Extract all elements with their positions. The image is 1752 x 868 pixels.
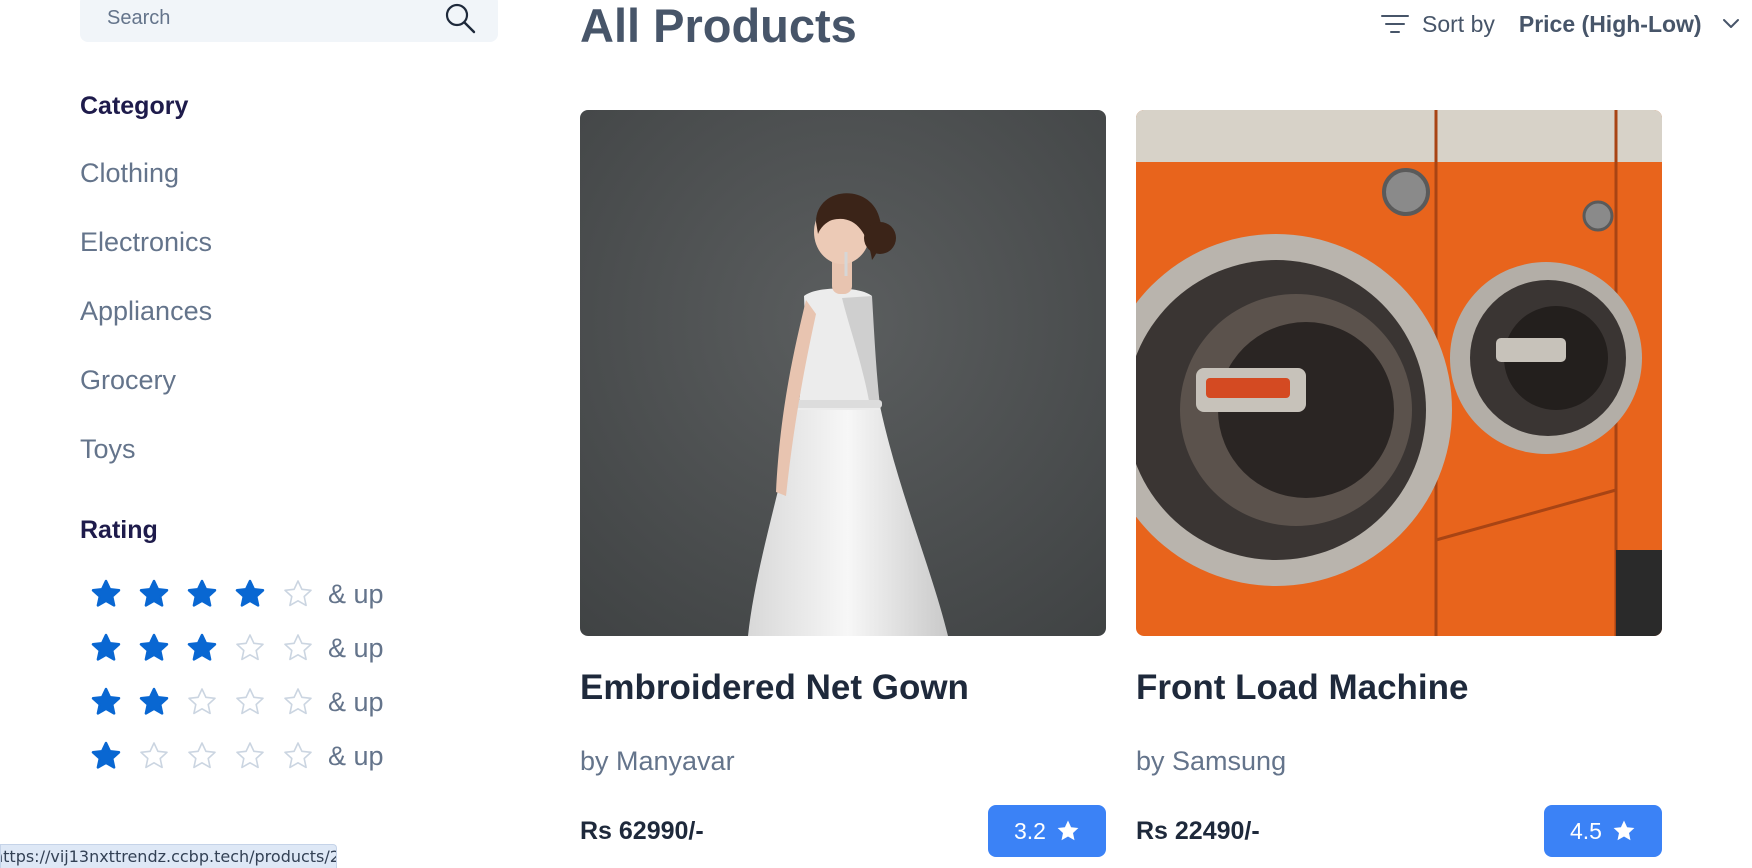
rating-filter-label: & up xyxy=(328,740,384,771)
page-title: All Products xyxy=(580,0,857,52)
product-card[interactable]: Front Load Machine by Samsung Rs 22490/-… xyxy=(1136,110,1662,857)
product-brand: by Manyavar xyxy=(580,746,735,776)
product-title[interactable]: Front Load Machine xyxy=(1136,668,1662,708)
rating-value: 4.5 xyxy=(1570,817,1602,844)
star-filled-icon xyxy=(82,736,130,776)
star-icon xyxy=(1613,820,1635,841)
chevron-down-icon xyxy=(1722,19,1739,28)
products-page: Category Clothing Electronics Appliances… xyxy=(0,0,1752,868)
product-image-gown[interactable] xyxy=(580,110,1106,636)
star-filled-icon xyxy=(82,574,130,614)
search-icon[interactable] xyxy=(444,2,476,34)
product-card[interactable]: Embroidered Net Gown by Manyavar Rs 6299… xyxy=(580,110,1106,857)
rating-filter-4[interactable]: & up xyxy=(82,574,384,614)
price-row: Rs 22490/- 4.5 xyxy=(1136,805,1662,857)
star-outline-icon xyxy=(130,736,178,776)
rating-filter-label: & up xyxy=(328,686,384,717)
star-filled-icon xyxy=(226,574,274,614)
rating-filter-1[interactable]: & up xyxy=(82,736,384,776)
category-item-clothing[interactable]: Clothing xyxy=(80,158,179,189)
star-outline-icon xyxy=(226,628,274,668)
product-price: Rs 62990/- xyxy=(580,816,704,845)
rating-filter-label: & up xyxy=(328,632,384,663)
star-filled-icon xyxy=(82,628,130,668)
category-item-electronics[interactable]: Electronics xyxy=(80,227,212,258)
rating-badge: 4.5 xyxy=(1544,805,1662,857)
sort-select[interactable]: Price (High-Low) xyxy=(1519,11,1740,38)
star-filled-icon xyxy=(130,628,178,668)
star-outline-icon xyxy=(226,736,274,776)
rating-heading: Rating xyxy=(80,516,158,544)
product-image-washing-machine[interactable] xyxy=(1136,110,1662,636)
rating-badge: 3.2 xyxy=(988,805,1106,857)
product-brand: by Samsung xyxy=(1136,746,1287,776)
sort-control: Sort by Price (High-Low) xyxy=(1381,8,1740,40)
price-row: Rs 62990/- 3.2 xyxy=(580,805,1106,857)
star-outline-icon xyxy=(226,682,274,722)
category-item-grocery[interactable]: Grocery xyxy=(80,365,176,396)
star-outline-icon xyxy=(178,736,226,776)
star-filled-icon xyxy=(178,574,226,614)
category-heading: Category xyxy=(80,92,189,120)
search-box xyxy=(80,0,498,42)
star-filled-icon xyxy=(130,574,178,614)
sort-selected-value: Price (High-Low) xyxy=(1518,10,1702,37)
search-input[interactable] xyxy=(107,6,427,30)
star-filled-icon xyxy=(82,682,130,722)
status-bar-link-preview: https://vij13nxttrendz.ccbp.tech/product… xyxy=(0,844,337,868)
star-outline-icon xyxy=(274,628,322,668)
category-item-appliances[interactable]: Appliances xyxy=(80,296,212,327)
star-outline-icon xyxy=(178,682,226,722)
category-item-toys[interactable]: Toys xyxy=(80,434,136,465)
star-filled-icon xyxy=(130,682,178,722)
status-bar-url: https://vij13nxttrendz.ccbp.tech/product… xyxy=(0,847,337,866)
star-outline-icon xyxy=(274,682,322,722)
star-outline-icon xyxy=(274,574,322,614)
star-outline-icon xyxy=(274,736,322,776)
product-price: Rs 22490/- xyxy=(1136,816,1260,845)
star-icon xyxy=(1057,820,1079,841)
sort-label: Sort by xyxy=(1422,10,1495,37)
rating-filter-3[interactable]: & up xyxy=(82,628,384,668)
star-filled-icon xyxy=(178,628,226,668)
rating-value: 3.2 xyxy=(1014,817,1046,844)
rating-filter-2[interactable]: & up xyxy=(82,682,384,722)
rating-filter-label: & up xyxy=(328,578,384,609)
product-title[interactable]: Embroidered Net Gown xyxy=(580,668,1106,708)
sort-icon xyxy=(1381,15,1409,33)
